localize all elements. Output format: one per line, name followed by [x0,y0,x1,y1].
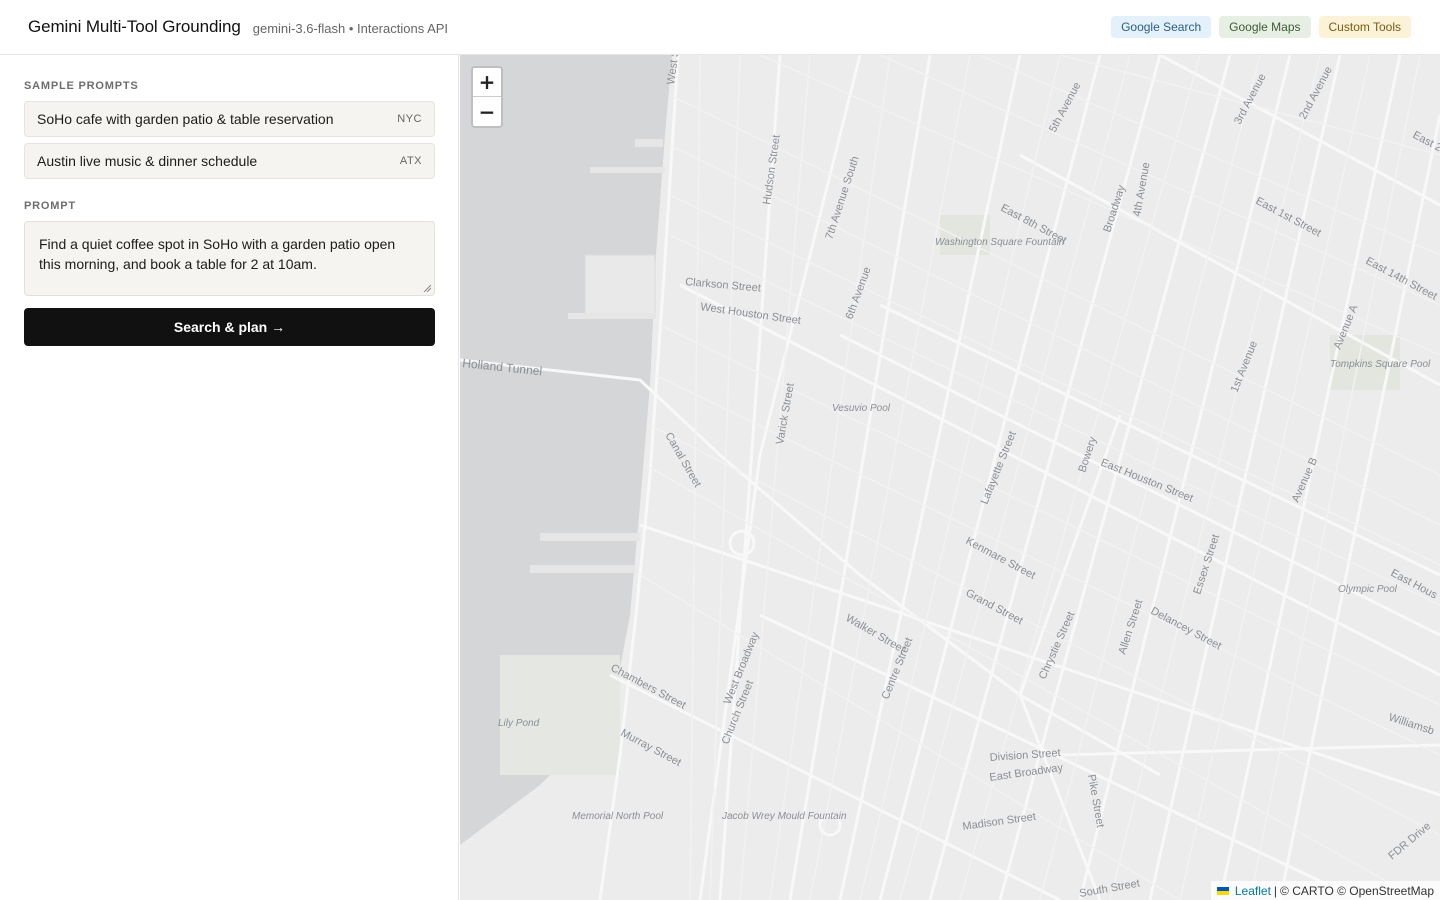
app-title: Gemini Multi-Tool Grounding [28,17,241,36]
sample-prompt-tag: ATX [399,155,422,167]
google-search-badge: Google Search [1111,16,1212,38]
map-label: Lily Pond [498,718,540,729]
ukraine-flag-icon [1216,886,1229,895]
attribution-credits: © CARTO © OpenStreetMap [1280,883,1434,898]
sample-prompt-tag: NYC [397,113,422,125]
search-and-plan-button[interactable]: Search & plan → [24,308,435,346]
prompt-label: PROMPT [24,200,76,212]
model-subtitle: gemini-3.6-flash • Interactions API [252,20,449,36]
map-label: Vesuvio Pool [832,403,891,414]
sample-prompt-text: SoHo cafe with garden patio & table rese… [37,111,334,127]
map-view[interactable]: West Street Hudson Street 7th Avenue Sou… [460,55,1440,900]
prompt-text: Find a quiet coffee spot in SoHo with a … [39,236,396,272]
zoom-out-button[interactable]: − [473,97,501,126]
map-label: Tompkins Square Pool [1330,359,1431,370]
map-label: Olympic Pool [1338,584,1398,595]
tool-badges: Google Search Google Maps Custom Tools [1111,16,1411,38]
resize-handle-icon[interactable] [423,284,431,292]
zoom-in-button[interactable]: + [473,68,501,97]
map-label: Memorial North Pool [572,811,664,822]
sample-prompt-atx[interactable]: Austin live music & dinner schedule ATX [24,143,435,179]
sample-prompts-label: SAMPLE PROMPTS [24,80,139,92]
google-maps-badge: Google Maps [1219,16,1311,38]
attribution-separator: | [1273,883,1278,898]
map-label: Washington Square Fountain [935,237,1065,248]
sample-prompt-text: Austin live music & dinner schedule [37,153,258,169]
map-label: Jacob Wrey Mould Fountain [721,811,847,822]
prompt-textarea[interactable]: Find a quiet coffee spot in SoHo with a … [24,221,435,296]
leaflet-link[interactable]: Leaflet [1235,884,1271,898]
map-attribution: Leaflet | © CARTO © OpenStreetMap [1210,881,1440,900]
sidebar: SAMPLE PROMPTS SoHo cafe with garden pat… [0,55,459,900]
zoom-control: + − [471,66,503,128]
app-header: Gemini Multi-Tool Grounding gemini-3.6-f… [0,0,1440,55]
map-tiles[interactable]: West Street Hudson Street 7th Avenue Sou… [460,55,1440,900]
custom-tools-badge: Custom Tools [1318,16,1411,38]
sample-prompt-nyc[interactable]: SoHo cafe with garden patio & table rese… [24,101,435,137]
